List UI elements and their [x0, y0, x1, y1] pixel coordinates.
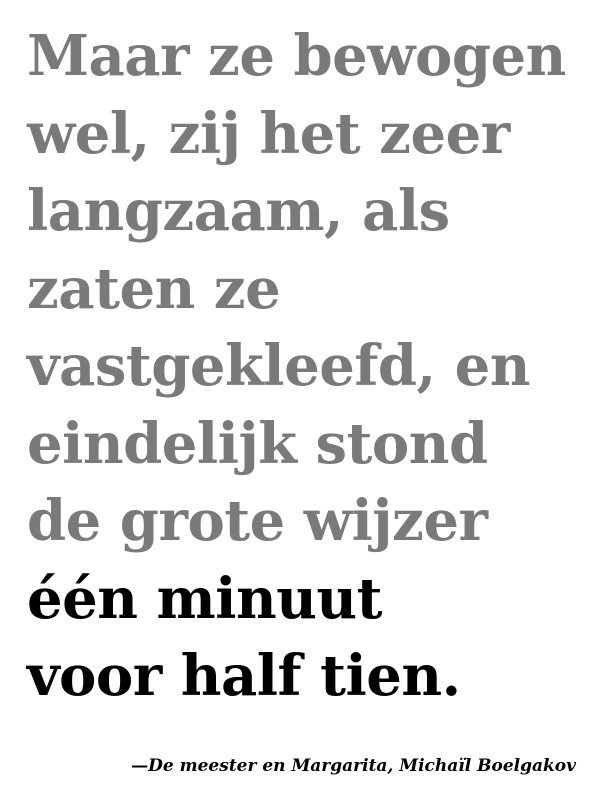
quote-line: eindelijk stond — [27, 410, 488, 477]
quote-highlight-line: één minuut — [27, 565, 383, 632]
quote-line: wel, zij het zeer — [27, 100, 510, 167]
quote-attribution: —De meester en Margarita, Michaïl Boelga… — [131, 756, 576, 776]
quote-line: Maar ze bewogen — [27, 23, 566, 89]
quote-line: vastgekleefd, en — [27, 333, 530, 399]
quote-line: langzaam, als — [27, 178, 450, 244]
quote-text: Maar ze bewogen wel, zij het zeer langza… — [27, 18, 587, 716]
quote-line: de grote wijzer — [27, 488, 488, 554]
quote-highlight-line: voor half tien. — [27, 643, 461, 709]
quote-line: zaten ze — [27, 255, 281, 322]
